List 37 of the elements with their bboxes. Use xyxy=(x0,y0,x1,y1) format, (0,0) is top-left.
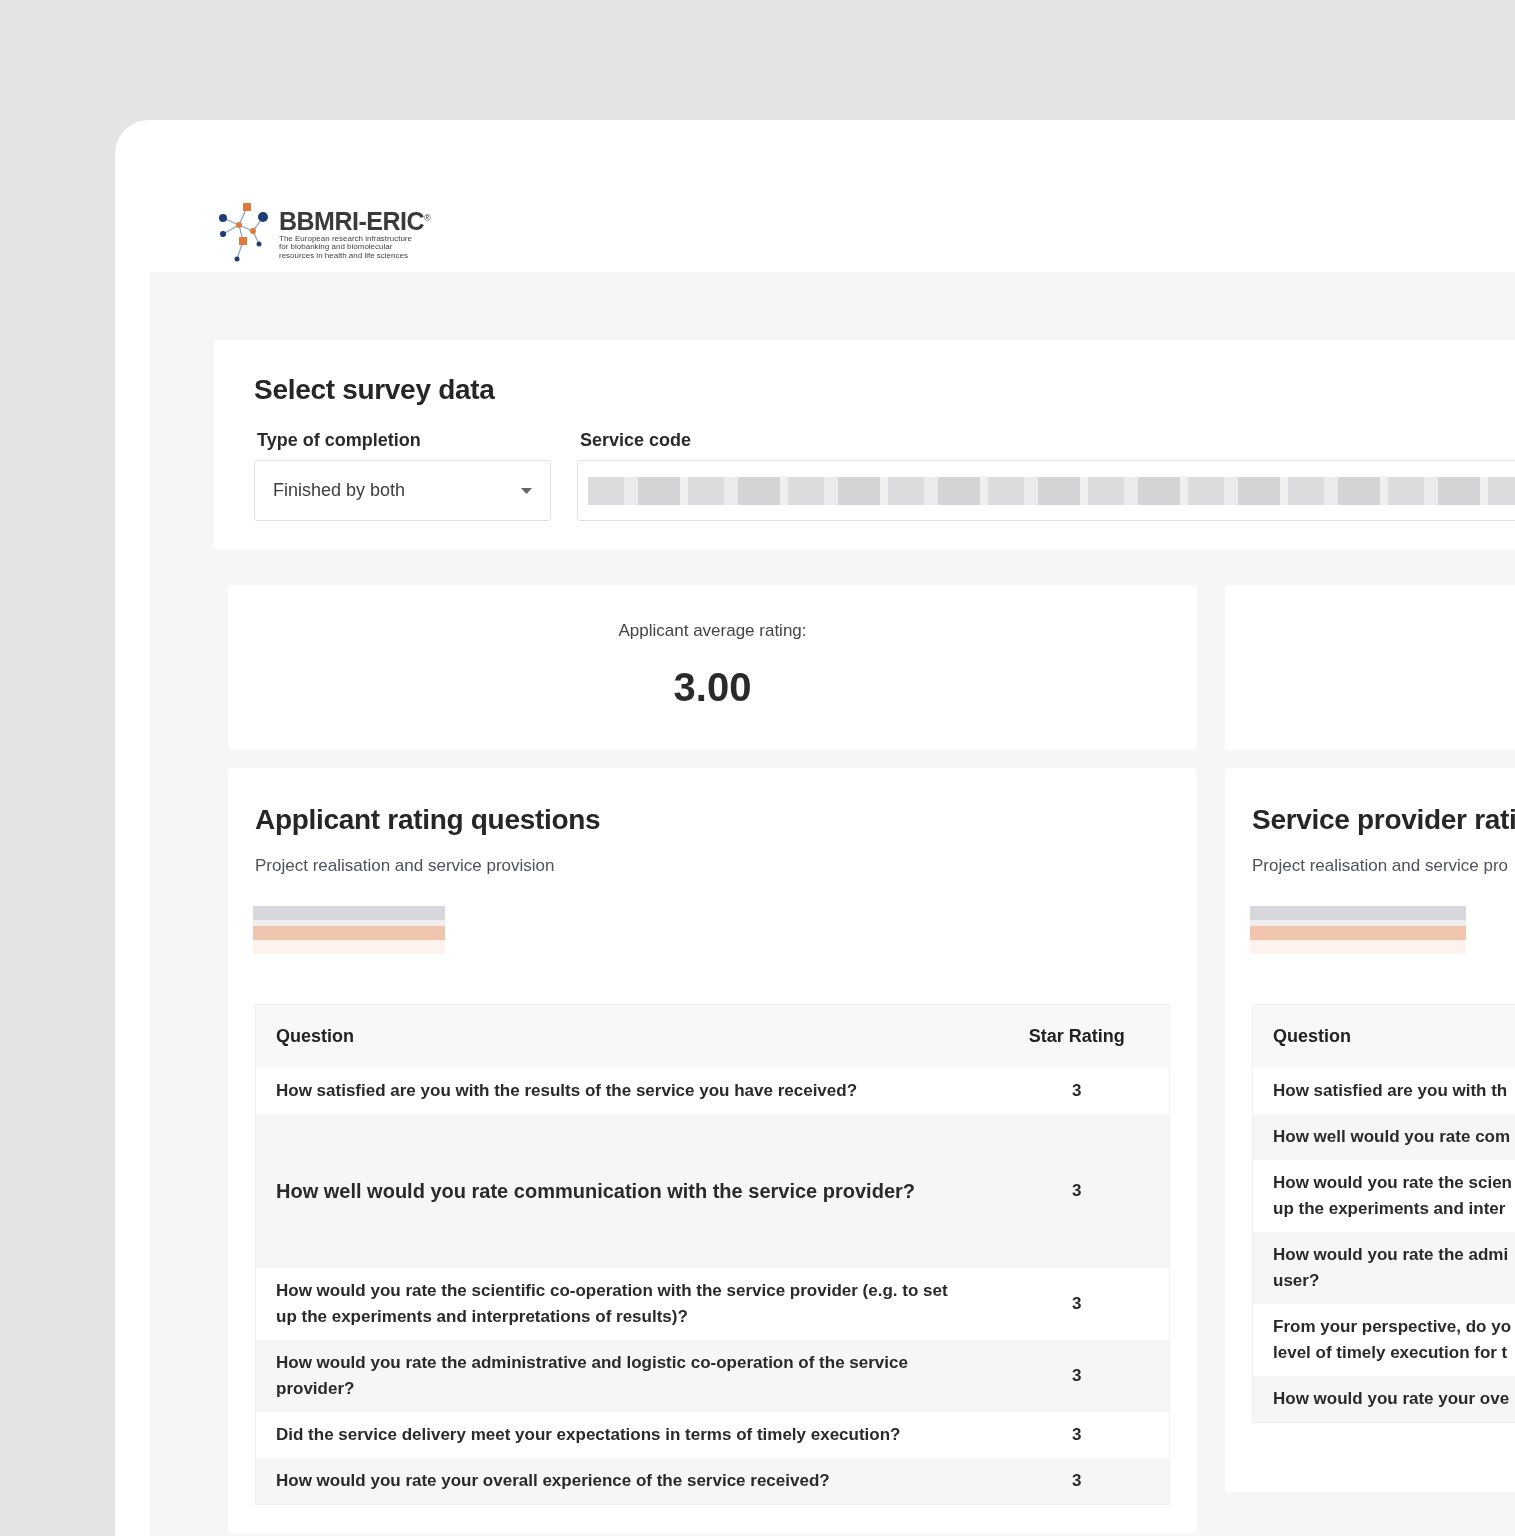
field-label: Type of completion xyxy=(256,430,422,451)
rating-cell: 3 xyxy=(984,1113,1170,1268)
completion-select[interactable]: Finished by both xyxy=(254,460,551,521)
question-cell: How would you rate your overall experience of the service received? xyxy=(255,1457,985,1504)
rating-cell: 3 xyxy=(984,1457,1170,1504)
section-title: Select survey data xyxy=(254,374,496,406)
rating-cell: 3 xyxy=(984,1067,1170,1114)
question-cell: How satisfied are you with th xyxy=(1252,1067,1515,1114)
question-cell: How would you rate your ove xyxy=(1252,1375,1515,1422)
question-cell: How would you rate the administrative and logistic co-operation of the service provider? xyxy=(255,1339,985,1412)
brand-tagline: The European research infrastructure xyxy=(279,234,413,243)
section-subtitle: Project realisation and service pro xyxy=(1252,856,1510,876)
average-label: Applicant average rating: xyxy=(618,621,807,641)
question-cell: How well would you rate communication with the service provider? xyxy=(255,1113,985,1268)
question-cell: How satisfied are you with the results of the service you have received? xyxy=(255,1067,985,1114)
rating-cell: 3 xyxy=(984,1267,1170,1340)
question-cell: How would you rate the admi user? xyxy=(1252,1231,1515,1304)
rating-cell: 3 xyxy=(984,1339,1170,1412)
question-cell: How would you rate the scien up the experiments and inter xyxy=(1252,1159,1515,1232)
caret-icon xyxy=(521,487,532,494)
average-value: 3.00 xyxy=(673,665,752,710)
field-label: Service code xyxy=(579,430,693,451)
column-header: Question xyxy=(1252,1004,1515,1068)
section-title: Applicant rating questions xyxy=(255,804,602,836)
question-cell: How would you rate the scientific co-operation with the service provider (e.g. to set up the experiments and interpretations of results)? xyxy=(255,1267,985,1340)
rating-cell: 3 xyxy=(984,1411,1170,1458)
service-code-field[interactable] xyxy=(577,460,1515,521)
question-cell: How well would you rate com xyxy=(1252,1113,1515,1160)
brand-name: BBMRI-ERIC$^{®}$ xyxy=(279,205,431,235)
brand-tagline: for biobanking and biomolecular xyxy=(279,243,394,252)
section-title: Service provider rati xyxy=(1252,804,1515,836)
section-subtitle: Project realisation and service provision xyxy=(255,856,556,876)
column-header: Question xyxy=(255,1004,985,1068)
question-cell: From your perspective, do yo level of timely execution for t xyxy=(1252,1303,1515,1376)
question-cell: Did the service delivery meet your expectations in terms of timely execution? xyxy=(255,1411,985,1458)
brand-tagline: resources in health and life sciences xyxy=(279,251,409,261)
column-header: Star Rating xyxy=(984,1004,1170,1068)
